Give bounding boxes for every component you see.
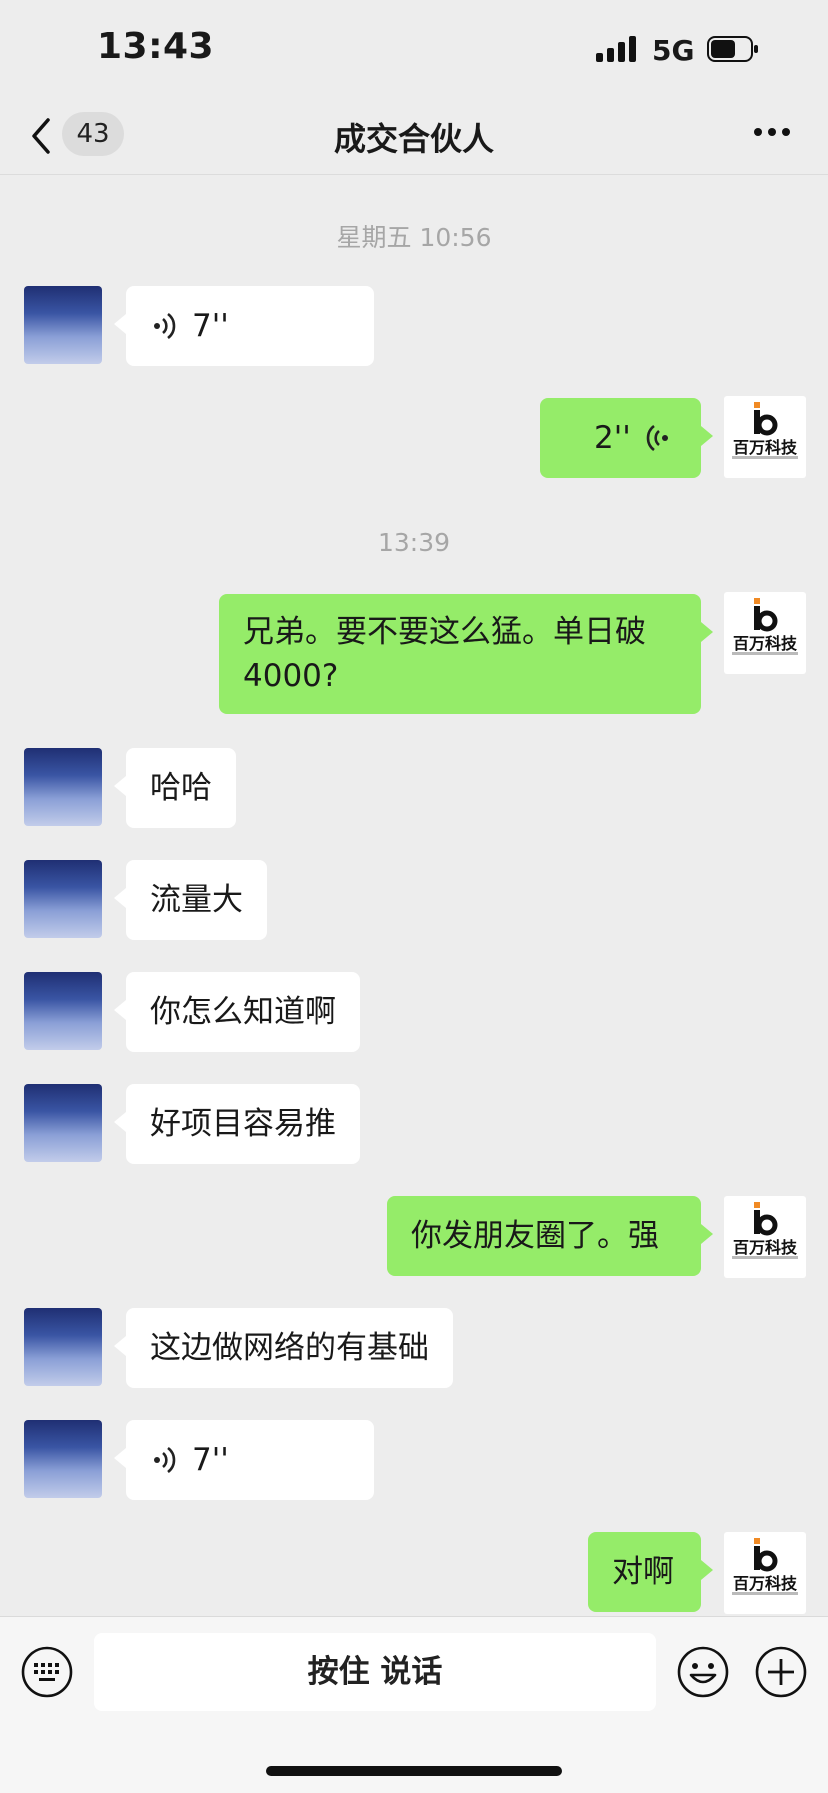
message-text-line: 4000?: [243, 658, 339, 694]
logo-text: 百万科技: [732, 634, 797, 653]
chat-title: 成交合伙人: [333, 120, 494, 158]
logo-icon: [754, 402, 778, 436]
text-message[interactable]: 流量大: [114, 860, 267, 940]
logo-subtitle-line: [732, 652, 798, 655]
network-label: 5G: [652, 34, 695, 67]
voice-message[interactable]: 2'': [540, 398, 713, 478]
message-text: 你发朋友圈了。强: [411, 1218, 659, 1254]
contact-avatar[interactable]: [24, 860, 102, 938]
logo-subtitle-line: [732, 1592, 798, 1595]
voice-duration: 7'': [192, 308, 229, 344]
battery-icon: [707, 36, 758, 62]
plus-icon[interactable]: [754, 1645, 808, 1699]
contact-avatar[interactable]: [24, 748, 102, 826]
voice-wave-icon: [154, 1446, 176, 1474]
text-message[interactable]: 你怎么知道啊: [114, 972, 360, 1052]
logo-text: 百万科技: [732, 1574, 797, 1593]
contact-avatar[interactable]: [24, 1420, 102, 1498]
message-text: 这边做网络的有基础: [150, 1330, 429, 1366]
text-message[interactable]: 好项目容易推: [114, 1084, 360, 1164]
more-options-icon[interactable]: [752, 128, 792, 138]
contact-avatar[interactable]: [24, 1084, 102, 1162]
message-text: 流量大: [150, 882, 243, 918]
voice-message[interactable]: 7'': [114, 1420, 374, 1500]
voice-message[interactable]: 7'': [114, 286, 374, 366]
home-indicator: [266, 1766, 562, 1776]
voice-wave-icon: [154, 312, 176, 340]
self-avatar[interactable]: 百万科技: [724, 396, 806, 478]
logo-icon: [754, 1538, 778, 1572]
keyboard-icon[interactable]: [20, 1645, 74, 1699]
chat-header: 43 成交合伙人: [0, 100, 828, 175]
hold-to-talk-button[interactable]: 按住 说话: [94, 1633, 656, 1711]
self-avatar[interactable]: 百万科技: [724, 1196, 806, 1278]
text-message[interactable]: 哈哈: [114, 748, 236, 828]
message-text: 好项目容易推: [150, 1106, 336, 1142]
logo-subtitle-line: [732, 1256, 798, 1259]
status-bar: 13:43 5G: [0, 0, 828, 100]
timestamp: 星期五 10:56: [336, 223, 492, 252]
message-text: 哈哈: [150, 770, 212, 806]
text-message[interactable]: 你发朋友圈了。强: [387, 1196, 713, 1276]
self-avatar[interactable]: 百万科技: [724, 592, 806, 674]
logo-icon: [754, 598, 778, 632]
self-avatar[interactable]: 百万科技: [724, 1532, 806, 1614]
timestamp: 13:39: [377, 528, 451, 557]
message-text: 你怎么知道啊: [150, 994, 336, 1030]
text-message[interactable]: 这边做网络的有基础: [114, 1308, 453, 1388]
emoji-icon[interactable]: [676, 1645, 730, 1699]
voice-duration: 7'': [192, 1442, 229, 1478]
text-message[interactable]: 对啊: [588, 1532, 713, 1612]
voice-wave-icon: [646, 424, 668, 452]
status-time: 13:43: [97, 26, 215, 67]
message-text: 对啊: [612, 1554, 674, 1590]
contact-avatar[interactable]: [24, 972, 102, 1050]
text-message[interactable]: 兄弟。要不要这么猛。单日破 4000?: [219, 594, 713, 714]
logo-icon: [754, 1202, 778, 1236]
signal-icon: [596, 36, 640, 62]
logo-text: 百万科技: [732, 438, 797, 457]
contact-avatar[interactable]: [24, 286, 102, 364]
logo-text: 百万科技: [732, 1238, 797, 1257]
logo-subtitle-line: [732, 456, 798, 459]
voice-duration: 2'': [594, 420, 631, 456]
message-text-line: 兄弟。要不要这么猛。单日破: [243, 614, 646, 650]
contact-avatar[interactable]: [24, 1308, 102, 1386]
